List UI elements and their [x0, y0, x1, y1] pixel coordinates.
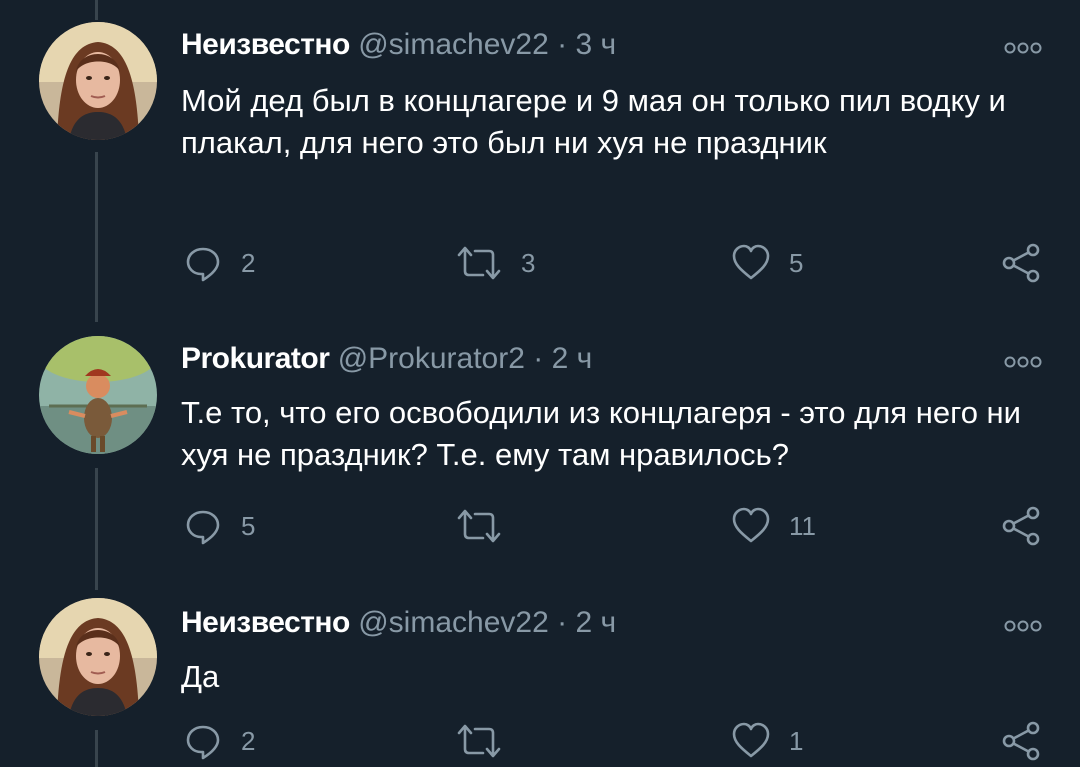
- reply-bubble-icon: [183, 243, 223, 283]
- heart-icon: [731, 506, 771, 546]
- tweet-text: Мой дед был в концлагере и 9 мая он толь…: [181, 83, 1006, 160]
- retweet-button[interactable]: 3: [455, 243, 535, 283]
- tweet-thread: Неизвестно @simachev22 · 3 ч Мой дед был…: [0, 0, 1080, 767]
- tweet-actions: 2 1: [0, 721, 1080, 761]
- reply-bubble-icon: [183, 506, 223, 546]
- cartoon-character-avatar-icon: [39, 336, 157, 454]
- retweet-button[interactable]: [455, 721, 521, 761]
- reply-count: 2: [241, 725, 256, 756]
- tweet-actions: 5 11: [0, 506, 1080, 546]
- like-count: 11: [789, 510, 816, 541]
- retweet-arrows-icon: [455, 243, 503, 283]
- separator: ·: [557, 606, 568, 639]
- share-icon: [1001, 506, 1041, 546]
- author-name[interactable]: Неизвестно: [181, 606, 350, 639]
- author-handle[interactable]: @simachev22: [358, 28, 549, 61]
- tweet-text: Т.е то, что его освободили из концлагеря…: [181, 395, 1021, 472]
- more-options-button[interactable]: [1003, 355, 1043, 369]
- more-options-button[interactable]: [1003, 41, 1043, 55]
- reply-bubble-icon: [183, 721, 223, 761]
- reply-button[interactable]: 5: [183, 506, 255, 546]
- timestamp[interactable]: 3 ч: [575, 28, 616, 61]
- like-button[interactable]: 11: [731, 506, 816, 546]
- like-count: 5: [789, 247, 804, 278]
- woman-portrait-avatar-icon: [39, 22, 157, 140]
- more-dots-icon: [1003, 355, 1043, 369]
- share-icon: [1001, 243, 1041, 283]
- heart-icon: [731, 721, 771, 761]
- like-button[interactable]: 1: [731, 721, 803, 761]
- author-handle[interactable]: @simachev22: [358, 606, 549, 639]
- share-button[interactable]: [1001, 243, 1041, 283]
- avatar[interactable]: [39, 598, 157, 716]
- tweet-header: Неизвестно @simachev22 · 2 ч: [181, 605, 616, 641]
- author-name[interactable]: Неизвестно: [181, 28, 350, 61]
- share-button[interactable]: [1001, 721, 1041, 761]
- timestamp[interactable]: 2 ч: [575, 606, 616, 639]
- retweet-arrows-icon: [455, 506, 503, 546]
- like-count: 1: [789, 725, 804, 756]
- reply-count: 5: [241, 510, 256, 541]
- woman-portrait-avatar-icon: [39, 598, 157, 716]
- retweet-button[interactable]: [455, 506, 521, 546]
- reply-button[interactable]: 2: [183, 721, 255, 761]
- heart-icon: [731, 243, 771, 283]
- more-dots-icon: [1003, 619, 1043, 633]
- tweet[interactable]: Неизвестно @simachev22 · 3 ч Мой дед был…: [0, 0, 1080, 320]
- reply-button[interactable]: 2: [183, 243, 255, 283]
- share-icon: [1001, 721, 1041, 761]
- reply-count: 2: [241, 247, 256, 278]
- share-button[interactable]: [1001, 506, 1041, 546]
- more-dots-icon: [1003, 41, 1043, 55]
- avatar[interactable]: [39, 336, 157, 454]
- tweet[interactable]: Prokurator @Prokurator2 · 2 ч Т.е то, чт…: [0, 320, 1080, 590]
- more-options-button[interactable]: [1003, 619, 1043, 633]
- author-name[interactable]: Prokurator: [181, 342, 330, 375]
- separator: ·: [557, 28, 568, 61]
- tweet-header: Prokurator @Prokurator2 · 2 ч: [181, 341, 592, 377]
- avatar[interactable]: [39, 22, 157, 140]
- timestamp[interactable]: 2 ч: [552, 342, 593, 375]
- tweet-text: Да: [181, 659, 220, 694]
- tweet[interactable]: Неизвестно @simachev22 · 2 ч Да 2 1: [0, 590, 1080, 767]
- separator: ·: [533, 342, 544, 375]
- retweet-arrows-icon: [455, 721, 503, 761]
- author-handle[interactable]: @Prokurator2: [338, 342, 525, 375]
- retweet-count: 3: [521, 247, 536, 278]
- tweet-actions: 2 3 5: [0, 243, 1080, 283]
- tweet-header: Неизвестно @simachev22 · 3 ч: [181, 27, 616, 63]
- like-button[interactable]: 5: [731, 243, 803, 283]
